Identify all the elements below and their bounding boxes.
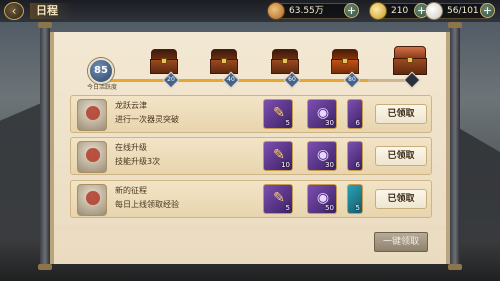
scroll-item-icon[interactable]: 6: [347, 99, 363, 129]
stamina-value: 56/101: [447, 6, 479, 16]
lock-icon: [161, 58, 167, 64]
lock-icon: [282, 58, 288, 64]
exp-book-icon[interactable]: 5: [347, 184, 363, 214]
quest-row: 新的征程 每日上线领取经验 ✎ 5 ◉ 50 5 已领取: [70, 180, 432, 218]
claimed-button[interactable]: 已领取: [375, 146, 427, 166]
quest-description: 每日上线领取经验: [115, 200, 179, 209]
quest-npc-avatar: [77, 141, 107, 173]
reward-chest-40[interactable]: [210, 49, 238, 75]
resource-copper: 63.55万 +: [267, 2, 359, 20]
scroll-item-icon[interactable]: ✎ 5: [263, 99, 293, 129]
top-bar: ‹ 日程 63.55万 + 210 + 56/101 +: [0, 0, 500, 22]
quest-name: 新的征程: [115, 186, 147, 195]
claimed-button[interactable]: 已领取: [375, 104, 427, 124]
quest-name: 在线升级: [115, 143, 147, 152]
gold-value: 210: [391, 6, 409, 16]
lock-icon: [221, 58, 227, 64]
claim-all-button[interactable]: 一键领取: [374, 232, 428, 252]
copper-value: 63.55万: [289, 6, 324, 16]
quest-description: 技能升级3次: [115, 157, 161, 166]
gold-ingot-icon: [369, 2, 387, 20]
resource-gold: 210 +: [369, 2, 429, 20]
reward-chest-60[interactable]: [271, 49, 299, 75]
add-copper-button[interactable]: +: [344, 3, 359, 18]
scroll-item-icon[interactable]: ✎ 10: [263, 141, 293, 171]
add-stamina-button[interactable]: +: [480, 3, 495, 18]
back-arrow-icon[interactable]: ‹: [4, 2, 24, 20]
scroll-rod-right: [448, 22, 462, 270]
reward-chest-80[interactable]: [331, 49, 359, 75]
scroll-item-icon[interactable]: ✎ 5: [263, 184, 293, 214]
spirit-orb-icon[interactable]: ◉ 50: [307, 184, 337, 214]
activity-score-label: 今日活跃度: [86, 84, 117, 91]
steamed-bun-icon: [425, 2, 443, 20]
reward-chest-20[interactable]: [150, 49, 178, 75]
scroll-rod-left: [38, 22, 52, 270]
copper-coin-icon: [267, 2, 285, 20]
spirit-orb-icon[interactable]: ◉ 30: [307, 141, 337, 171]
claimed-button[interactable]: 已领取: [375, 189, 427, 209]
lock-icon: [407, 57, 413, 63]
reward-chest-final[interactable]: [393, 46, 427, 76]
spirit-orb-icon[interactable]: ◉ 30: [307, 99, 337, 129]
activity-progress-bar: [110, 79, 410, 82]
activity-score-badge: 85: [88, 58, 114, 84]
page-title: 日程: [30, 3, 72, 19]
quest-name: 龙跃云津: [115, 101, 147, 110]
quest-description: 进行一次器灵突破: [115, 115, 179, 124]
scroll-item-icon[interactable]: 6: [347, 141, 363, 171]
quest-row: 在线升级 技能升级3次 ✎ 10 ◉ 30 6 已领取: [70, 137, 432, 175]
quest-npc-avatar: [77, 184, 107, 216]
lock-icon: [342, 58, 348, 64]
quest-npc-avatar: [77, 99, 107, 131]
resource-stamina: 56/101 +: [425, 2, 495, 20]
quest-row: 龙跃云津 进行一次器灵突破 ✎ 5 ◉ 30 6 已领取: [70, 95, 432, 133]
